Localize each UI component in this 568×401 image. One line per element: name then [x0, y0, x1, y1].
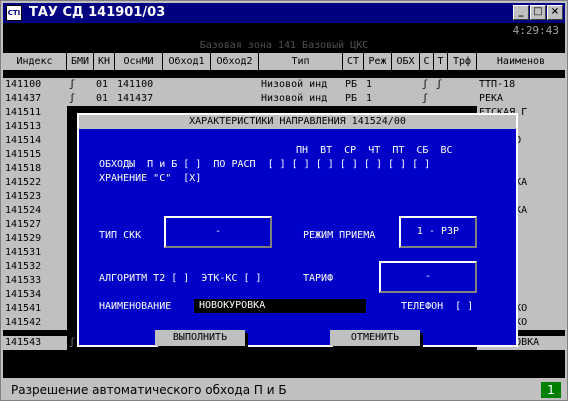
maximize-button[interactable]: □: [530, 5, 546, 20]
cell-idx: 141100: [5, 79, 42, 90]
col-tip[interactable]: Тип: [259, 53, 343, 70]
tariff-label: ТАРИФ: [303, 273, 334, 284]
day-labels: ПН ВТ СР ЧТ ПТ СБ ВС: [296, 145, 453, 156]
cell-name: РЕКА: [479, 93, 504, 104]
cell-name: ТТП-18: [479, 79, 516, 90]
cell-osn: 141100: [117, 79, 154, 90]
cell-osn: 141437: [117, 93, 154, 104]
col-obx[interactable]: ОБХ: [392, 53, 420, 70]
cell-obh2: [211, 92, 259, 106]
col-c[interactable]: С: [420, 53, 434, 70]
app-icon[interactable]: CTI: [6, 5, 22, 21]
col-st[interactable]: СТ: [343, 53, 364, 70]
cell-c: ʃ: [422, 93, 429, 104]
col-obhod2[interactable]: Обход2: [211, 53, 259, 70]
col-osnmi[interactable]: ОснМИ: [115, 53, 163, 70]
name-input[interactable]: НОВОКУРОВКА: [194, 299, 366, 313]
terminal-screen: 4:29:43 Базовая зона 141 Базовый ЦКС Инд…: [3, 23, 565, 378]
col-rezh[interactable]: Реж: [364, 53, 392, 70]
phone-checkbox[interactable]: ТЕЛЕФОН [ ]: [401, 301, 473, 313]
cell-obh1: [163, 92, 211, 106]
cell-obx: [392, 78, 420, 92]
window-title: ТАУ СД 141901/03: [29, 5, 166, 20]
table-header: Индекс БМИ КН ОснМИ Обход1 Обход2 Тип СТ…: [3, 53, 565, 70]
cell-t: ʃ: [436, 79, 443, 90]
col-t[interactable]: Т: [434, 53, 448, 70]
cell-bmi: ʃ: [69, 93, 76, 104]
col-index[interactable]: Индекс: [3, 53, 67, 70]
col-bmi[interactable]: БМИ: [67, 53, 94, 70]
cell-idx: 141529: [3, 232, 67, 246]
cell-rezh: 1: [366, 93, 373, 104]
cell-idx: 141513: [3, 120, 67, 134]
algo-options[interactable]: АЛГОРИТМ Т2 [ ] ЭТК-КС [ ]: [99, 273, 262, 285]
cell-idx: 141515: [3, 148, 67, 162]
cell-t: [434, 92, 448, 106]
cell-idx: 141533: [3, 274, 67, 288]
cell-idx: 141532: [3, 260, 67, 274]
cell-obh2: [211, 78, 259, 92]
cell-idx: 141531: [3, 246, 67, 260]
direction-dialog: ХАРАКТЕРИСТИКИ НАПРАВЛЕНИЯ 141524/00 ПН …: [77, 113, 518, 347]
table-row[interactable]: 141100 ʃ 01 141100 Низовой инд РБ 1 ʃ ʃ ТТП-18: [3, 78, 565, 92]
col-name[interactable]: Наименов: [477, 53, 565, 70]
col-obhod1[interactable]: Обход1: [163, 53, 211, 70]
page-indicator: 1: [541, 382, 561, 398]
cell-bmi: ʃ: [69, 79, 76, 90]
table-row[interactable]: 141437 ʃ 01 141437 Низовой инд РБ 1 ʃ РЕКА: [3, 92, 565, 106]
cell-rezh: 1: [366, 79, 373, 90]
cell-tip: Низовой инд: [261, 93, 328, 104]
tariff-field[interactable]: -: [379, 261, 477, 293]
status-bar: Разрешение автоматического обхода П и Б …: [3, 380, 565, 400]
cell-idx: 141534: [3, 288, 67, 302]
cell-c: ʃ: [422, 79, 429, 90]
cell-idx: 141543: [3, 336, 67, 350]
skk-label: ТИП СКК: [99, 230, 142, 241]
cell-obh1: [163, 78, 211, 92]
cell-idx: 141514: [3, 134, 67, 148]
cell-kn: 01: [96, 93, 109, 104]
cancel-button[interactable]: ОТМЕНИТЬ: [330, 330, 420, 346]
zone-label: Базовая зона 141 Базовый ЦКС: [199, 40, 369, 51]
cell-idx: 141437: [5, 93, 42, 104]
mode-field[interactable]: 1 - РЗР: [399, 216, 477, 248]
cell-idx: 141522: [3, 176, 67, 190]
minimize-button[interactable]: _: [513, 5, 529, 20]
col-kn[interactable]: КН: [94, 53, 115, 70]
cell-idx: 141524: [3, 204, 67, 218]
clock: 4:29:43: [512, 24, 559, 37]
cell-idx: 141511: [3, 106, 67, 120]
cell-idx: 141542: [3, 316, 67, 330]
execute-button[interactable]: ВЫПОЛНИТЬ: [155, 330, 245, 346]
cell-idx: 141518: [3, 162, 67, 176]
mode-label: РЕЖИМ ПРИЕМА: [303, 230, 376, 241]
dialog-title: ХАРАКТЕРИСТИКИ НАПРАВЛЕНИЯ 141524/00: [79, 115, 516, 129]
name-label: НАИМЕНОВАНИЕ: [99, 301, 172, 312]
cell-st: РБ: [345, 93, 358, 104]
cell-st: РБ: [345, 79, 358, 90]
cell-idx: 141523: [3, 190, 67, 204]
cell-kn: 01: [96, 79, 109, 90]
status-text: Разрешение автоматического обхода П и Б: [11, 383, 287, 397]
cell-trf: [448, 78, 477, 92]
close-button[interactable]: ×: [547, 5, 563, 20]
app-window: CTI ТАУ СД 141901/03 _ □ × 4:29:43 Базов…: [0, 0, 568, 401]
storage-checkbox[interactable]: ХРАНЕНИЕ "С" [Х]: [99, 173, 201, 185]
cell-tip: Низовой инд: [261, 79, 328, 90]
col-trf[interactable]: Трф: [448, 53, 477, 70]
cell-idx: 141541: [3, 302, 67, 316]
skk-field[interactable]: -: [164, 216, 272, 248]
cell-trf: [448, 92, 477, 106]
cell-obx: [392, 92, 420, 106]
bypass-options[interactable]: ОБХОДЫ П и Б [ ] ПО РАСП [ ] [ ] [ ] [ ]…: [99, 159, 430, 171]
title-bar[interactable]: CTI ТАУ СД 141901/03 _ □ ×: [3, 3, 565, 23]
cell-idx: 141527: [3, 218, 67, 232]
